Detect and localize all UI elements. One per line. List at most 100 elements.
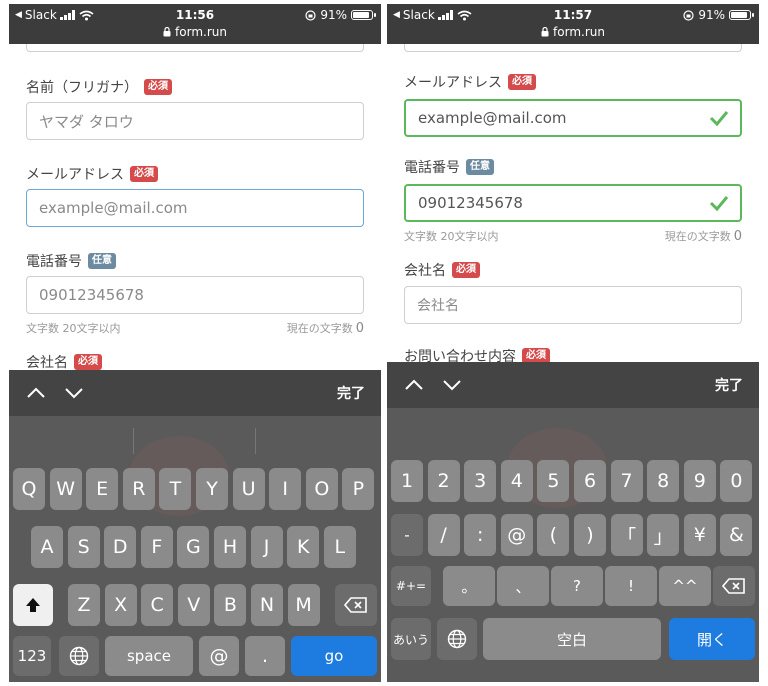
optional-badge: 任意 [88,253,116,269]
orientation-lock-icon [305,9,316,21]
globe-key[interactable] [437,618,477,660]
key-u[interactable]: U [232,468,265,510]
key-o[interactable]: O [305,468,338,510]
qwerty-keyboard: QWERTYUIOP ASDFGHJKL ZXCVBNM 123 space @ .… [9,416,381,682]
key-g[interactable]: G [177,526,210,568]
company-input[interactable]: 会社名 [404,286,742,324]
space-key[interactable]: space [105,636,193,676]
previous-field[interactable] [26,44,364,52]
key-punct-3[interactable]: ! [605,566,657,606]
key-f[interactable]: F [140,526,173,568]
status-bar: ◀ Slack 11:57 form.run 91% [387,4,759,44]
key-symbol-6[interactable]: 「 [610,514,643,556]
key-digit-3[interactable]: 3 [464,460,497,502]
key-symbol-0[interactable]: - [391,514,423,556]
done-button[interactable]: 完了 [337,383,365,403]
key-digit-5[interactable]: 5 [537,460,570,502]
key-i[interactable]: I [269,468,302,510]
key-d[interactable]: D [104,526,137,568]
symbols-key[interactable]: #+= [391,566,431,606]
at-key[interactable]: @ [199,636,239,676]
open-button[interactable]: 開く [669,618,755,660]
shift-arrow-icon [26,598,40,612]
key-v[interactable]: V [177,584,210,626]
phone-hint: 文字数 20文字以内 現在の文字数 0 [404,229,742,244]
key-digit-6[interactable]: 6 [574,460,606,502]
next-field-chevron-down-icon[interactable] [441,374,463,396]
name-kana-input[interactable]: ヤマダ タロウ [26,102,364,140]
email-input[interactable]: example@mail.com [404,99,742,137]
key-a[interactable]: A [31,526,63,568]
phone-input[interactable]: 09012345678 [26,276,364,314]
key-digit-1[interactable]: 1 [391,460,423,502]
kana-key[interactable]: あいう [391,618,431,660]
previous-field-chevron-up-icon[interactable] [25,382,47,404]
key-symbol-9[interactable]: & [720,514,753,556]
email-input[interactable]: example@mail.com [26,189,364,227]
key-s[interactable]: S [67,526,100,568]
key-symbol-8[interactable]: ¥ [683,514,716,556]
key-digit-4[interactable]: 4 [500,460,533,502]
key-punct-1[interactable]: 、 [497,566,549,606]
backspace-icon [722,578,745,594]
required-badge: 必須 [74,354,102,370]
backspace-key[interactable] [335,584,377,626]
key-n[interactable]: N [251,584,283,626]
key-w[interactable]: W [49,468,82,510]
key-symbol-4[interactable]: ( [537,514,570,556]
key-e[interactable]: E [86,468,119,510]
battery-percent: 91% [320,8,347,22]
key-l[interactable]: L [323,526,356,568]
char-counter: 現在の文字数 0 [286,321,364,336]
key-x[interactable]: X [104,584,137,626]
contact-form: 名前（フリガナ） 必須 ヤマダ タロウ メールアドレス 必須 example@m… [9,44,381,370]
key-digit-0[interactable]: 0 [720,460,753,502]
backspace-key[interactable] [713,566,755,606]
key-symbol-5[interactable]: ) [574,514,606,556]
dot-key[interactable]: . [245,636,285,676]
key-t[interactable]: T [159,468,192,510]
phone-label: 電話番号 任意 [26,251,116,271]
key-digit-9[interactable]: 9 [683,460,716,502]
key-c[interactable]: C [141,584,174,626]
valid-checkmark-icon [709,111,729,127]
key-symbol-2[interactable]: : [464,514,497,556]
space-key[interactable]: 空白 [483,618,661,660]
key-digit-2[interactable]: 2 [427,460,460,502]
key-punct-0[interactable]: 。 [443,566,495,606]
suggestion-divider [255,428,256,454]
go-button[interactable]: go [291,636,377,676]
required-badge: 必須 [508,74,536,90]
key-digit-7[interactable]: 7 [610,460,643,502]
phone-input[interactable]: 09012345678 [404,184,742,222]
key-symbol-7[interactable]: 」 [647,514,680,556]
status-right: 91% [683,8,754,22]
battery-icon [351,10,376,20]
key-punct-2[interactable]: ? [551,566,603,606]
key-punct-4[interactable]: ^^ [659,566,711,606]
numbers-key[interactable]: 123 [13,636,51,676]
key-y[interactable]: Y [196,468,228,510]
url-bar[interactable]: form.run [9,25,381,39]
key-h[interactable]: H [214,526,246,568]
key-j[interactable]: J [250,526,283,568]
phone-hint: 文字数 20文字以内 現在の文字数 0 [26,321,364,336]
key-z[interactable]: Z [68,584,100,626]
shift-key[interactable] [13,584,53,626]
key-b[interactable]: B [214,584,247,626]
key-k[interactable]: K [287,526,320,568]
done-button[interactable]: 完了 [715,375,743,395]
url-bar[interactable]: form.run [387,25,759,39]
key-r[interactable]: R [122,468,155,510]
globe-key[interactable] [59,636,99,676]
previous-field[interactable] [404,44,742,52]
key-m[interactable]: M [287,584,320,626]
previous-field-chevron-up-icon[interactable] [403,374,425,396]
key-symbol-3[interactable]: @ [500,514,533,556]
key-p[interactable]: P [342,468,375,510]
char-counter: 現在の文字数 0 [664,229,742,244]
key-digit-8[interactable]: 8 [647,460,680,502]
key-q[interactable]: Q [13,468,45,510]
next-field-chevron-down-icon[interactable] [63,382,85,404]
key-symbol-1[interactable]: / [427,514,460,556]
